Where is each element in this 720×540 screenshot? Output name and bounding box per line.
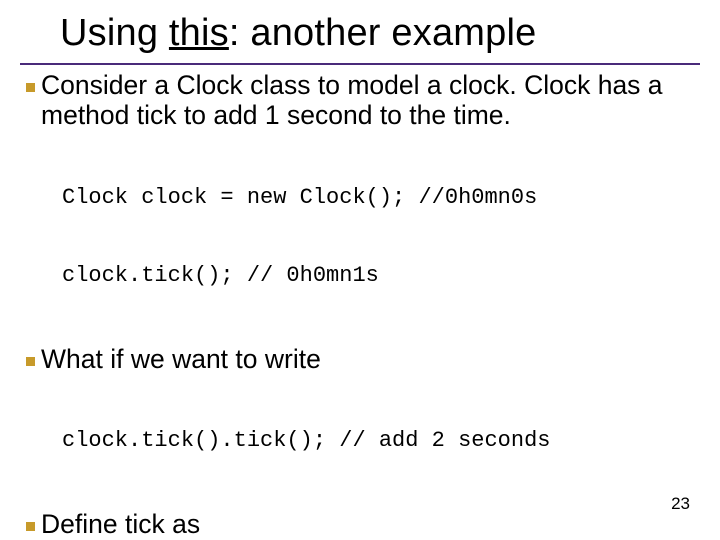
bullet-icon <box>26 357 35 366</box>
title-suffix: : another example <box>229 12 537 54</box>
code-line: clock.tick(); // 0h0mn1s <box>62 263 696 289</box>
bullet-3: Define tick as <box>24 510 696 540</box>
slide-title: Using this: another example <box>0 0 720 59</box>
code-line: clock.tick().tick(); // add 2 seconds <box>62 428 696 454</box>
bullet-1-text: Consider a Clock class to model a clock.… <box>41 71 696 131</box>
slide: Using this: another example Consider a C… <box>0 0 720 540</box>
bullet-icon <box>26 522 35 531</box>
title-prefix: Using <box>60 12 169 54</box>
slide-body: Consider a Clock class to model a clock.… <box>0 71 720 540</box>
bullet-2: What if we want to write <box>24 345 696 375</box>
bullet-3-text: Define tick as <box>41 510 200 540</box>
title-underline <box>20 63 700 65</box>
bullet-icon <box>26 83 35 92</box>
code-block-2: clock.tick().tick(); // add 2 seconds <box>62 376 696 506</box>
bullet-2-text: What if we want to write <box>41 345 321 375</box>
bullet-1: Consider a Clock class to model a clock.… <box>24 71 696 131</box>
code-block-1: Clock clock = new Clock(); //0h0mn0s clo… <box>62 133 696 341</box>
title-keyword: this <box>169 12 229 54</box>
code-line: Clock clock = new Clock(); //0h0mn0s <box>62 185 696 211</box>
page-number: 23 <box>671 494 690 514</box>
